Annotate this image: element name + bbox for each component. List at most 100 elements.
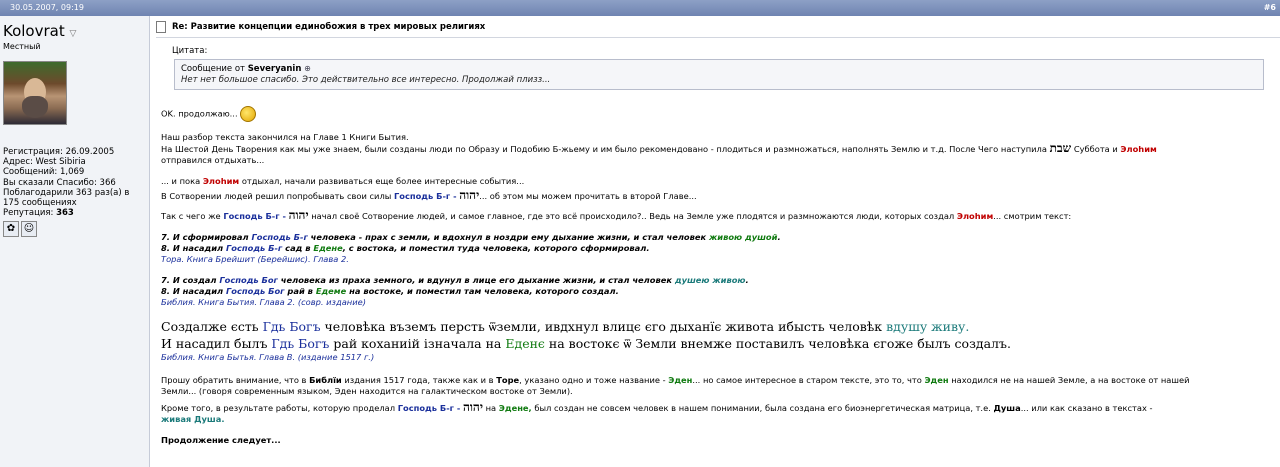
text-span: ... но самое интересное в старом тексте,… — [692, 375, 922, 385]
reputation-value: 363 — [56, 208, 74, 219]
text-span: рай коханиій ізначала на — [333, 336, 502, 351]
teal-text: живая Душа. — [161, 414, 225, 424]
text-span: 7. И сформировал — [161, 232, 249, 242]
lord-text: Господь Б-г - — [397, 403, 461, 413]
username-text[interactable]: Kolovrat — [3, 22, 65, 40]
post-content: Re: Развитие концепции единобожия в трех… — [151, 16, 1280, 467]
body-line: На Шестой День Творения как мы уже знаем… — [161, 141, 1280, 155]
hebrew-shabbat: שבת — [1049, 141, 1072, 155]
text-span: ... об этом мы можем прочитать в второй … — [479, 191, 697, 201]
eden-text: Еденє — [505, 336, 545, 351]
user-posts: Сообщений: 1,069 — [3, 167, 85, 178]
verse-line: 8. И насадил Господь Б-г сад в Едене, с … — [161, 243, 1280, 254]
lord-text: Господь Бог — [225, 286, 285, 296]
text-span: находился не на нашей Земле, а на восток… — [951, 375, 1190, 385]
body-line: В Сотворении людей решил попробывать сво… — [161, 189, 1280, 202]
bible-text: Библїи — [309, 375, 342, 385]
lord-text: Господь Б-г - — [393, 191, 457, 201]
text-span: ... смотрим текст: — [993, 211, 1072, 221]
text-span: Кроме того, в результате работы, которую… — [161, 403, 396, 413]
user-thanks-received: Поблагодарили 363 раз(а) в 175 сообщения… — [3, 187, 130, 209]
text-span: Так с чего же — [161, 211, 221, 221]
verse-line: 7. И создал Господь Бог человека из прах… — [161, 275, 749, 285]
hebrew-yhwh: יהוה — [462, 400, 483, 414]
text-span: 8. И насадил — [161, 286, 224, 296]
body-line: Кроме того, в результате работы, которую… — [161, 400, 1280, 414]
smiley-icon — [240, 106, 257, 122]
green-text: живою душой — [709, 232, 778, 242]
text-span: 8. И насадил — [161, 243, 224, 253]
elohim-text: Элоhим — [956, 211, 994, 221]
quote-from-label: Сообщение от — [181, 64, 245, 74]
text-span: человека - прах с земли, и вдохнул в ноз… — [310, 232, 707, 242]
source-citation: Библия. Книга Бытья. Глава В. (издание 1… — [161, 352, 375, 362]
text-span: В Сотворении людей решил попробывать сво… — [161, 191, 392, 201]
avatar — [3, 61, 67, 125]
user-sidebar: Kolovrat ▽ Местный Регистрация: 26.09.20… — [0, 16, 150, 467]
post-title-row: Re: Развитие концепции единобожия в трех… — [156, 16, 1280, 38]
view-post-icon[interactable]: ⊕ — [304, 64, 311, 73]
source-citation: Библия. Книга Бытия. Глава 2. (совр. изд… — [161, 297, 366, 307]
lord-text: Гдь Богъ — [271, 336, 330, 351]
body-line: живая Душа. — [161, 414, 1280, 425]
verse-line: 7. И сформировал Господь Б-г человека - … — [161, 232, 781, 242]
lord-text: Господь Б-г - — [223, 211, 286, 221]
text-span: начал своё Сотворение людей, и самое гла… — [311, 211, 955, 221]
body-line: ... и пока Элоhим отдыхал, начали развив… — [161, 176, 1280, 187]
body-line: Прошу обратить внимание, что в Библїи из… — [161, 375, 1280, 386]
text-span: рай в — [287, 286, 313, 296]
user-reputation: Репутация: 363 — [3, 208, 146, 218]
user-registration: Регистрация: 26.09.2005 — [3, 147, 115, 157]
user-address: Адрес: West Sibiria — [3, 157, 86, 168]
text-span: сад в — [285, 243, 311, 253]
avatar-beard — [22, 96, 48, 118]
text-span: на востокє ѿ Земли внемже поставилъ чело… — [548, 336, 1011, 351]
eden-text: Едене — [313, 243, 343, 253]
church-slavonic-block: Создалже єсть Гдь Богъ человѣка въземъ п… — [161, 318, 1280, 352]
body-line: отправился отдыхать... — [161, 155, 265, 165]
text-span: издания 1517 года, также как и в — [344, 375, 494, 385]
text-span: человѣка въземъ персть ѿземли, ивдхнул в… — [324, 319, 883, 334]
quote-text: Нет нет большое спасибо. Это действитель… — [181, 75, 551, 85]
text-span: , с востока, и поместил туда человека, к… — [342, 243, 650, 253]
post-number[interactable]: #6 — [1264, 0, 1276, 16]
continuation-note: Продолжение следует... — [161, 435, 281, 445]
slavonic-line: Создалже єсть Гдь Богъ человѣка въземъ п… — [161, 318, 1280, 335]
username-link[interactable]: Kolovrat ▽ — [3, 22, 146, 40]
post-body: OK. продолжаю... Наш разбор текста закон… — [161, 106, 1280, 446]
eden-text: Едеме — [315, 286, 347, 296]
quote-label: Цитата: — [172, 46, 208, 56]
text-span: человека из праха земного, и вдунул в ли… — [280, 275, 672, 285]
user-thanked: Вы сказали Спасибо: 366 — [3, 177, 116, 188]
lord-text: Господь Бог — [219, 275, 278, 285]
user-title: Местный — [3, 42, 41, 51]
text-span: Суббота и — [1073, 144, 1118, 154]
body-line: Земли... (говоря современным языком, Эде… — [161, 386, 573, 396]
text-span: Создалже єсть — [161, 319, 259, 334]
ok-text: OK. продолжаю... — [161, 108, 238, 119]
slavonic-line: И насадил былъ Гдь Богъ рай коханиій ізн… — [161, 335, 1280, 352]
user-profile-icon[interactable]: ☺ — [21, 221, 37, 238]
text-span: был создан не совсем человек в нашем пон… — [534, 403, 991, 413]
body-line: Наш разбор текста закончился на Главе 1 … — [161, 132, 409, 142]
tora-text: Торе — [496, 375, 520, 385]
text-span: Прошу обратить внимание, что в — [161, 375, 307, 385]
teal-text: душею живою — [674, 275, 746, 285]
quote-author[interactable]: Severyanin — [248, 64, 302, 74]
body-line: Так с чего же Господь Б-г - יהוה начал с… — [161, 209, 1280, 222]
document-icon — [156, 20, 166, 33]
ok-line: OK. продолжаю... — [161, 106, 1280, 122]
quote-box: Сообщение от Severyanin ⊕ Нет нет большо… — [174, 59, 1264, 90]
teal-text: вдушу живу. — [886, 319, 970, 334]
post-date: 30.05.2007, 09:19 — [10, 3, 84, 12]
chevron-down-icon[interactable]: ▽ — [70, 29, 77, 39]
reputation-label: Репутация: — [3, 208, 54, 219]
eden-text: Эдене, — [498, 403, 532, 413]
reputation-icon[interactable]: ✿ — [3, 221, 19, 238]
text-span: ... или как сказано в текстах - — [1020, 403, 1153, 413]
soul-text: Душа — [993, 403, 1021, 413]
lord-text: Господь Б-г — [251, 232, 308, 242]
text-span: На Шестой День Творения как мы уже знаем… — [161, 144, 1047, 154]
verse-line: 8. И насадил Господь Бог рай в Едеме на … — [161, 286, 1280, 297]
text-span: ... и пока — [161, 176, 201, 186]
